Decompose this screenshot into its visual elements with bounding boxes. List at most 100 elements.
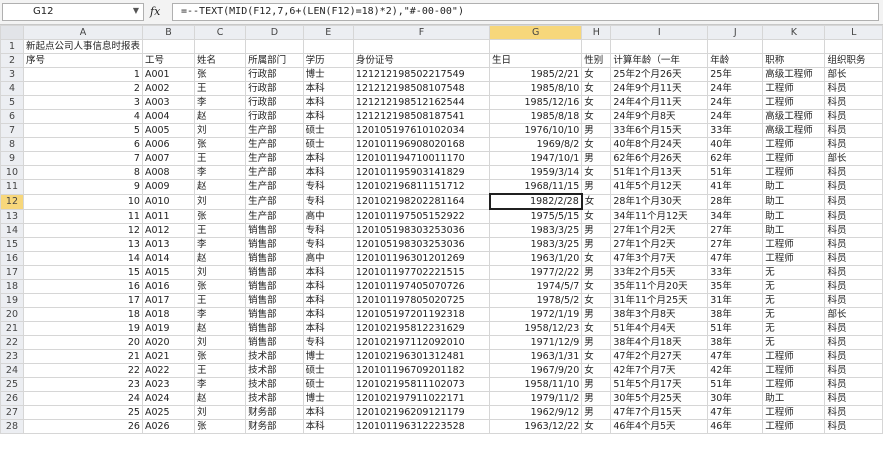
cell-i17[interactable]: 33年2个月5天	[610, 265, 709, 280]
cell-a20[interactable]: 18	[22, 307, 143, 322]
cell-e28[interactable]: 本科	[302, 419, 354, 434]
cell-c16[interactable]: 赵	[193, 251, 247, 266]
row-header-21[interactable]: 21	[0, 321, 24, 336]
cell-l19[interactable]: 科员	[824, 293, 883, 308]
cell-b25[interactable]: A023	[141, 377, 195, 392]
row-header-24[interactable]: 24	[0, 363, 24, 378]
cell-e17[interactable]: 本科	[302, 265, 354, 280]
cell-d9[interactable]: 生产部	[245, 151, 304, 166]
cell-e18[interactable]: 本科	[302, 279, 354, 294]
cell-a21[interactable]: 19	[22, 321, 143, 336]
cell-i6[interactable]: 24年9个月8天	[610, 109, 709, 124]
row-header-26[interactable]: 26	[0, 391, 24, 406]
cell-c19[interactable]: 王	[193, 293, 247, 308]
cell-g20[interactable]: 1972/1/19	[489, 307, 583, 322]
spreadsheet-grid[interactable]: ABCDEFGHIJKL 1 新起点公司人事信息时报表 2 序号 工号 姓名 所属部门 学历身…	[0, 25, 883, 471]
cell-j12[interactable]: 28年	[707, 193, 764, 210]
cell-h4[interactable]: 女	[581, 81, 612, 96]
cell-b13[interactable]: A011	[141, 208, 195, 224]
cell-l10[interactable]: 科员	[824, 165, 883, 180]
cell-c1[interactable]	[193, 39, 247, 54]
cell-f3[interactable]: 121212198502217549	[352, 67, 491, 82]
row-header-5[interactable]: 5	[0, 95, 24, 110]
cell-c18[interactable]: 张	[193, 279, 247, 294]
cell-j26[interactable]: 30年	[707, 391, 764, 406]
cell-k20[interactable]: 无	[762, 307, 826, 322]
cell-i20[interactable]: 38年3个月8天	[610, 307, 709, 322]
cell-e27[interactable]: 本科	[302, 405, 354, 420]
cell-h9[interactable]: 男	[581, 151, 612, 166]
cell-f22[interactable]: 120102197112092010	[352, 335, 491, 350]
cell-j9[interactable]: 62年	[707, 151, 764, 166]
cell-h15[interactable]: 男	[581, 237, 612, 252]
row-header-12[interactable]: 12	[0, 193, 24, 210]
cell-d27[interactable]: 财务部	[245, 405, 304, 420]
cell-j8[interactable]: 40年	[707, 137, 764, 152]
column-header-a[interactable]: A	[22, 25, 143, 40]
cell-l28[interactable]: 科员	[824, 419, 883, 434]
cell-g15[interactable]: 1983/3/25	[489, 237, 583, 252]
cell-g11[interactable]: 1968/11/15	[489, 179, 583, 195]
cell-d16[interactable]: 销售部	[245, 251, 304, 266]
cell-c3[interactable]: 张	[193, 67, 247, 82]
cell-l25[interactable]: 科员	[824, 377, 883, 392]
cell-b21[interactable]: A019	[141, 321, 195, 336]
cell-a3[interactable]: 1	[22, 67, 143, 82]
cell-l4[interactable]: 科员	[824, 81, 883, 96]
cell-a17[interactable]: 15	[22, 265, 143, 280]
cell-g23[interactable]: 1963/1/31	[489, 349, 583, 364]
cell-k27[interactable]: 工程师	[762, 405, 826, 420]
cell-h11[interactable]: 男	[581, 179, 612, 195]
column-header-b[interactable]: B	[141, 25, 195, 40]
cell-k25[interactable]: 工程师	[762, 377, 826, 392]
column-header-g[interactable]: G	[489, 25, 583, 40]
cell-k16[interactable]: 工程师	[762, 251, 826, 266]
cell-f7[interactable]: 120105197610102034	[352, 123, 491, 138]
cell-l2[interactable]: 组织职务	[824, 53, 883, 68]
cell-h10[interactable]: 女	[581, 165, 612, 180]
row-header-22[interactable]: 22	[0, 335, 24, 350]
cell-l15[interactable]: 科员	[824, 237, 883, 252]
cell-d6[interactable]: 行政部	[245, 109, 304, 124]
cell-k12[interactable]: 助工	[762, 193, 826, 210]
column-header-f[interactable]: F	[352, 25, 491, 40]
cell-i3[interactable]: 25年2个月26天	[610, 67, 709, 82]
cell-c21[interactable]: 赵	[193, 321, 247, 336]
cell-l21[interactable]: 科员	[824, 321, 883, 336]
cell-a24[interactable]: 22	[22, 363, 143, 378]
cell-i24[interactable]: 42年7个月7天	[610, 363, 709, 378]
cell-j28[interactable]: 46年	[707, 419, 764, 434]
row-header-1[interactable]: 1	[0, 39, 24, 54]
column-header-e[interactable]: E	[302, 25, 354, 40]
cell-j13[interactable]: 34年	[707, 208, 764, 224]
cell-l1[interactable]	[824, 39, 883, 54]
cell-e13[interactable]: 高中	[302, 208, 354, 224]
cell-j7[interactable]: 33年	[707, 123, 764, 138]
cell-l24[interactable]: 科员	[824, 363, 883, 378]
cell-a18[interactable]: 16	[22, 279, 143, 294]
row-header-19[interactable]: 19	[0, 293, 24, 308]
cell-b18[interactable]: A016	[141, 279, 195, 294]
cell-g4[interactable]: 1985/8/10	[489, 81, 583, 96]
cell-e20[interactable]: 本科	[302, 307, 354, 322]
cell-l23[interactable]: 科员	[824, 349, 883, 364]
cell-k23[interactable]: 工程师	[762, 349, 826, 364]
row-header-7[interactable]: 7	[0, 123, 24, 138]
cell-j4[interactable]: 24年	[707, 81, 764, 96]
cell-i28[interactable]: 46年4个月5天	[610, 419, 709, 434]
cell-e21[interactable]: 本科	[302, 321, 354, 336]
cell-b20[interactable]: A018	[141, 307, 195, 322]
cell-d26[interactable]: 技术部	[245, 391, 304, 406]
cell-c22[interactable]: 刘	[193, 335, 247, 350]
cell-h23[interactable]: 女	[581, 349, 612, 364]
cell-k22[interactable]: 无	[762, 335, 826, 350]
column-header-c[interactable]: C	[193, 25, 247, 40]
cell-a28[interactable]: 26	[22, 419, 143, 434]
cell-b10[interactable]: A008	[141, 165, 195, 180]
cell-f27[interactable]: 120102196209121179	[352, 405, 491, 420]
cell-l17[interactable]: 科员	[824, 265, 883, 280]
cell-f11[interactable]: 120102196811151712	[352, 179, 491, 195]
cell-f24[interactable]: 120101196709201182	[352, 363, 491, 378]
cell-d25[interactable]: 技术部	[245, 377, 304, 392]
row-header-9[interactable]: 9	[0, 151, 24, 166]
